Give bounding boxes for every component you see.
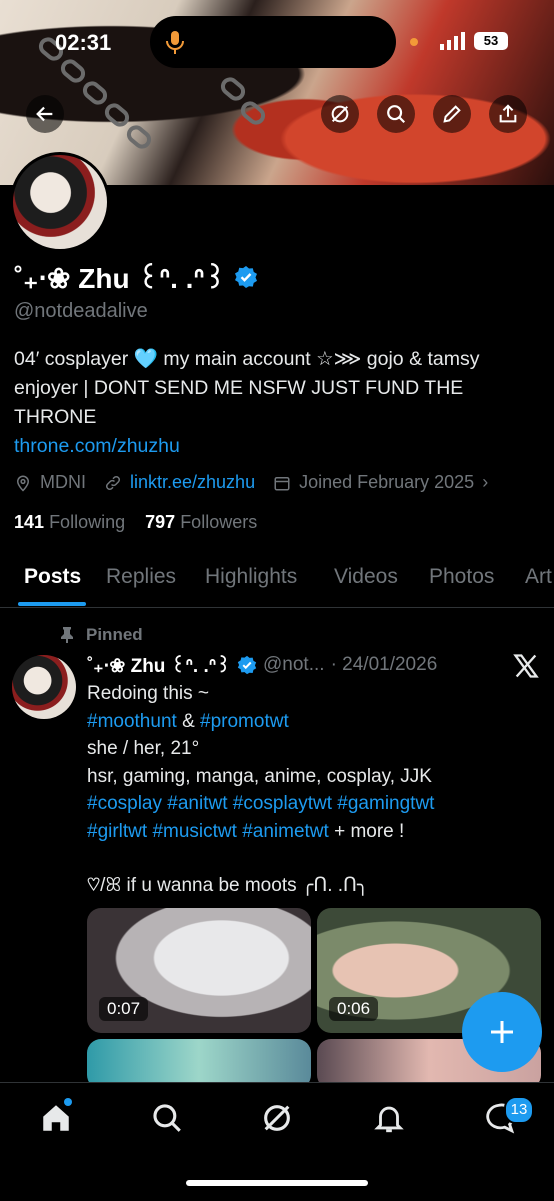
x-logo-icon[interactable] — [512, 652, 540, 680]
video-thumbnail[interactable]: 0:07 — [87, 908, 311, 1033]
profile-avatar[interactable] — [10, 152, 110, 252]
home-unread-dot — [64, 1098, 72, 1106]
tab-highlights[interactable]: Highlights — [205, 565, 297, 589]
location: MDNI — [40, 472, 86, 492]
post-date: · 24/01/2026 — [330, 654, 438, 675]
share-button[interactable] — [489, 95, 527, 133]
pinned-label-row: Pinned — [60, 625, 143, 645]
post-avatar[interactable] — [12, 655, 76, 719]
handle: @notdeadalive — [14, 300, 148, 322]
grok-button[interactable] — [321, 95, 359, 133]
calendar-icon — [274, 476, 290, 490]
post-line: #moothunt & #promotwt — [87, 710, 289, 732]
post-author-name[interactable]: ˚₊‧❀ Zhu ꒰ᐢ. .ᐢ꒱ — [87, 652, 231, 678]
bio-text: 04′ cosplayer 🩵 my main account ☆⋙ gojo … — [14, 348, 480, 428]
tab-art[interactable]: Art — [525, 565, 552, 589]
post-body: Redoing this ~ #moothunt & #promotwt she… — [87, 680, 537, 900]
chevron-right-icon[interactable]: › — [482, 472, 488, 493]
battery-indicator: 53 — [474, 32, 508, 50]
signal-icon — [440, 32, 465, 50]
post-line: hsr, gaming, manga, anime, cosplay, JJK — [87, 765, 432, 787]
status-time: 02:31 — [55, 30, 112, 55]
tab-replies[interactable]: Replies — [106, 565, 176, 589]
verified-badge-icon — [235, 265, 258, 288]
compose-post-button[interactable] — [462, 992, 542, 1072]
name-row: ˚₊‧❀ Zhu ꒰ᐢ. .ᐢ꒱ — [14, 258, 258, 295]
pinned-label: Pinned — [86, 625, 143, 644]
grok-icon — [331, 105, 349, 123]
post-author-handle: @not... — [263, 654, 325, 675]
video-duration: 0:06 — [329, 997, 379, 1021]
home-icon[interactable] — [39, 1101, 73, 1135]
tab-photos[interactable]: Photos — [429, 565, 494, 589]
post-header: ˚₊‧❀ Zhu ꒰ᐢ. .ᐢ꒱ @not... · 24/01/2026 — [87, 652, 437, 678]
video-duration: 0:07 — [99, 997, 149, 1021]
hashtag-link[interactable]: #moothunt — [87, 711, 177, 732]
joined-date: Joined February 2025 — [299, 472, 475, 492]
notifications-bell-icon[interactable] — [372, 1101, 406, 1135]
back-arrow-icon — [36, 106, 53, 122]
post-line: Redoing this ~ — [87, 683, 209, 704]
messages-badge: 13 — [504, 1096, 534, 1124]
follow-stats: 141 Following 797 Followers — [14, 512, 257, 533]
followers-link[interactable]: 797 Followers — [145, 512, 257, 532]
profile-meta: MDNI linktr.ee/zhuzhu Joined February 20… — [14, 472, 488, 493]
post-line: she / her, 21° — [87, 738, 200, 759]
pin-icon — [61, 627, 73, 643]
microphone-icon — [166, 31, 184, 54]
active-tab-indicator — [18, 602, 86, 606]
bio-link[interactable]: throne.com/zhuzhu — [14, 432, 544, 461]
share-icon — [499, 104, 517, 123]
grok-icon[interactable] — [260, 1101, 294, 1135]
hashtag-links[interactable]: #cosplay #anitwt #cosplaytwt #gamingtwt — [87, 790, 537, 818]
plus-icon — [491, 1021, 513, 1043]
website-link[interactable]: linktr.ee/zhuzhu — [130, 472, 255, 493]
pencil-icon — [443, 105, 461, 123]
post-line: ♡/ꕤ if u wanna be moots ╭ᑎ. .ᑎ╮ — [87, 875, 369, 896]
verified-badge-icon — [237, 655, 257, 675]
following-link[interactable]: 141 Following — [14, 512, 125, 532]
hashtag-links[interactable]: #girltwt #musictwt #animetwt — [87, 821, 329, 842]
edit-button[interactable] — [433, 95, 471, 133]
bio: 04′ cosplayer 🩵 my main account ☆⋙ gojo … — [14, 345, 544, 461]
hashtag-link[interactable]: #promotwt — [200, 711, 289, 732]
display-name: ˚₊‧❀ Zhu ꒰ᐢ. .ᐢ꒱ — [14, 263, 227, 294]
privacy-dot — [410, 38, 418, 46]
search-button[interactable] — [377, 95, 415, 133]
search-icon[interactable] — [150, 1101, 184, 1135]
tab-videos[interactable]: Videos — [334, 565, 398, 589]
post-line: #girltwt #musictwt #animetwt + more ! — [87, 820, 405, 842]
link-icon — [105, 475, 121, 490]
search-icon — [387, 105, 406, 124]
profile-tabs: Posts Replies Highlights Videos Photos A… — [0, 555, 554, 608]
location-pin-icon — [16, 475, 30, 492]
home-indicator[interactable] — [186, 1180, 368, 1186]
tab-posts[interactable]: Posts — [24, 565, 81, 589]
back-button[interactable] — [26, 95, 64, 133]
